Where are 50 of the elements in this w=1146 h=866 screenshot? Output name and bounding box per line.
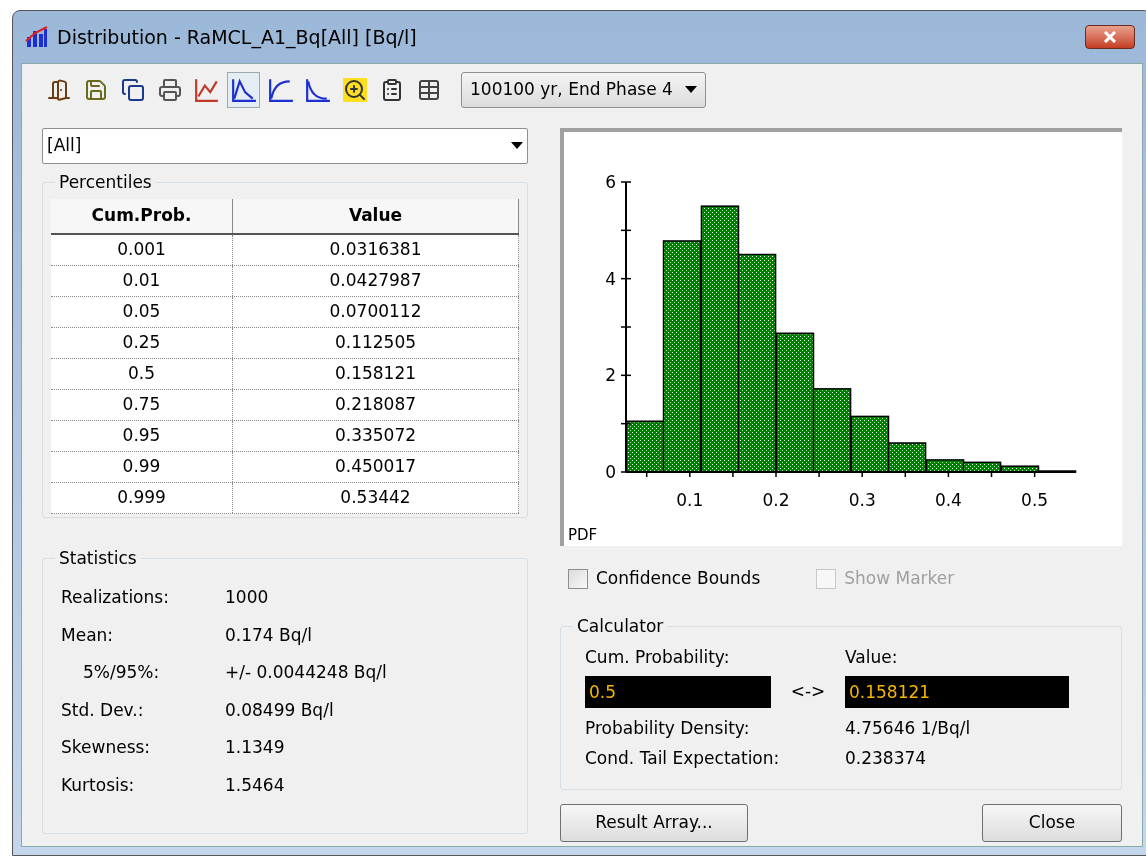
table-cell: 0.05 <box>51 297 233 327</box>
stat-value: 1.5464 <box>225 773 285 797</box>
table-cell: 0.218087 <box>233 390 519 420</box>
x-tick-label: 0.2 <box>762 490 790 510</box>
y-tick-label: 2 <box>605 365 616 386</box>
axis-label: PDF <box>568 526 598 544</box>
checkbox-label: Show Marker <box>844 567 955 590</box>
result-value: 0.238374 <box>845 746 928 770</box>
table-cell: 0.5 <box>51 359 233 389</box>
result-label: Probability Density: <box>585 717 751 740</box>
table-cell: 0.75 <box>51 390 233 420</box>
table-cell: 0.0316381 <box>233 235 519 265</box>
stat-value: 1000 <box>225 586 269 609</box>
stat-label: 5%/95%: <box>82 661 161 684</box>
y-tick-label: 6 <box>605 172 616 192</box>
y-tick-label: 0 <box>605 462 616 482</box>
stat-value: 1.1349 <box>225 736 285 759</box>
table-cell: 0.99 <box>51 452 233 482</box>
checkbox-label: Confidence Bounds <box>596 567 761 590</box>
table-cell: 0.999 <box>51 483 233 513</box>
table-cell: 0.25 <box>51 328 233 358</box>
swap-symbol: <-> <box>789 680 827 704</box>
x-tick-label: 0.4 <box>934 490 962 510</box>
table-cell: 0.95 <box>51 421 233 451</box>
field-label: Value: <box>845 645 899 669</box>
table-cell: 0.450017 <box>233 452 519 482</box>
x-tick-label: 0.3 <box>848 490 876 510</box>
field-label: Cum. Probability: <box>585 645 731 669</box>
stat-label: Skewness: <box>61 736 152 759</box>
stat-value: 0.174 Bq/l <box>225 623 312 647</box>
stat-value: +/- 0.0044248 Bq/l <box>225 661 387 684</box>
stat-label: Mean: <box>61 623 115 647</box>
x-tick-label: 0.5 <box>1021 490 1049 510</box>
table-cell: 0.53442 <box>233 483 519 513</box>
x-tick-label: 0.1 <box>676 490 704 510</box>
table-cell: 0.0700112 <box>233 297 519 327</box>
stat-label: Std. Dev.: <box>61 698 145 722</box>
stat-label: Kurtosis: <box>61 773 136 797</box>
result-value: 4.75646 1/Bq/l <box>845 717 972 740</box>
window-title: Distribution - RaMCL_A1_Bq[All] [Bq/l] <box>57 24 417 51</box>
table-cell: 0.001 <box>51 235 233 265</box>
stat-value: 0.08499 Bq/l <box>225 698 334 722</box>
table-cell: 0.112505 <box>233 328 519 358</box>
table-cell: 0.335072 <box>233 421 519 451</box>
result-label: Cond. Tail Expectation: <box>585 746 781 770</box>
table-cell: 0.0427987 <box>233 266 519 296</box>
stat-label: Realizations: <box>61 586 170 609</box>
table-cell: 0.158121 <box>233 359 519 389</box>
table-cell: 0.01 <box>51 266 233 296</box>
y-tick-label: 4 <box>605 268 616 289</box>
